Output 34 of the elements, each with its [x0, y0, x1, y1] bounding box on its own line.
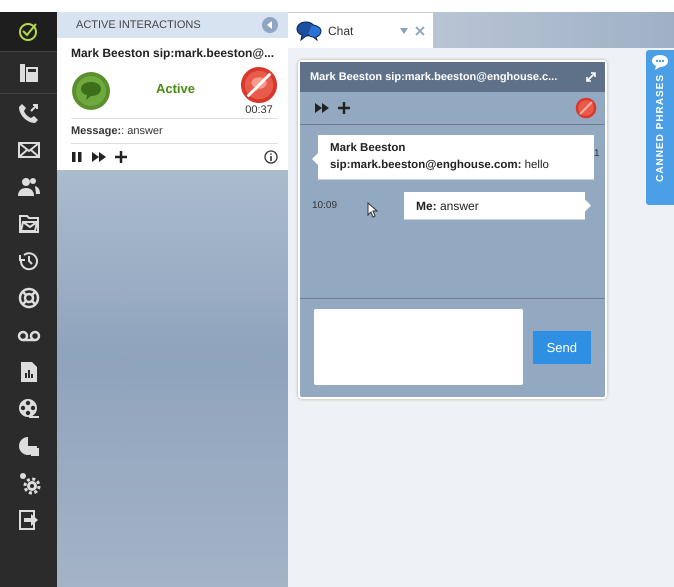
plus-icon[interactable] [338, 102, 350, 114]
status-text: Active [154, 80, 196, 96]
timer: 00:37 [245, 104, 273, 116]
expand-icon[interactable] [585, 71, 597, 83]
lifebuoy-icon [16, 286, 40, 310]
forward-icon[interactable] [314, 102, 330, 114]
chat-window-title: Mark Beeston sip:mark.beeston@enghouse.c... [310, 71, 558, 83]
close-icon[interactable] [415, 26, 425, 36]
reel-icon [16, 396, 40, 420]
forward-icon[interactable] [91, 151, 107, 163]
speech-bubble-icon [651, 54, 669, 70]
mouse-pointer-icon [367, 202, 380, 218]
message-time: 1 [594, 148, 600, 159]
pause-icon[interactable] [71, 151, 83, 163]
plus-icon[interactable] [115, 151, 127, 163]
chat-tab[interactable]: Chat [288, 12, 433, 48]
message-bubble: Mark Beeston sip:mark.beeston@enghouse.com: hello [312, 135, 594, 180]
exit-icon [16, 508, 40, 532]
dropdown-caret-icon[interactable] [399, 26, 409, 34]
message-input[interactable] [314, 309, 523, 385]
message-preview: Message:: answer [71, 118, 278, 144]
tab-label: Chat [328, 24, 354, 38]
sidebar-item[interactable] [0, 12, 57, 52]
end-chat-icon[interactable] [240, 66, 278, 104]
chat-accept-icon[interactable] [71, 71, 111, 111]
canned-phrases-tab[interactable]: CANNED PHRASES [646, 50, 674, 205]
send-button[interactable]: Send [532, 330, 591, 364]
end-chat-icon[interactable] [575, 97, 597, 119]
message-time: 10:09 [312, 200, 338, 211]
panel-title: ACTIVE INTERACTIONS [76, 19, 202, 31]
info-icon[interactable] [264, 150, 278, 164]
message-bubble: Me: answer [404, 192, 591, 220]
chat-bubbles-icon [296, 20, 322, 40]
contact-name: Mark Beeston sip:mark.beeston@... [71, 46, 276, 60]
